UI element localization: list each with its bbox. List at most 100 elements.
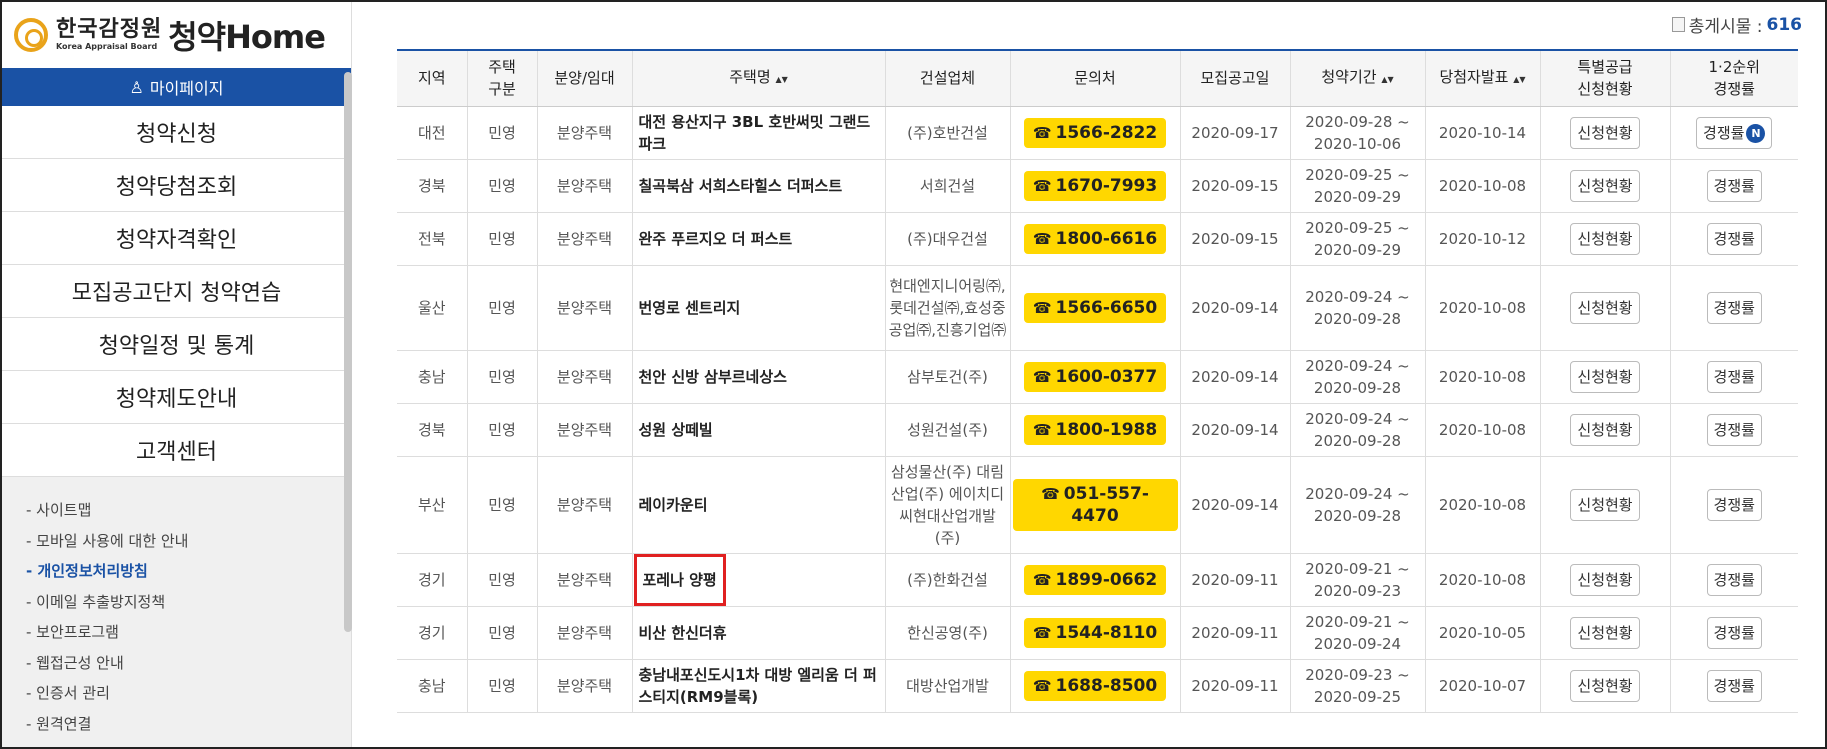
rate-button[interactable]: 경쟁률 [1706,669,1762,702]
phone-button[interactable]: ☎ 1566-2822 [1023,117,1167,148]
link-sitemap[interactable]: - 사이트맵 [26,495,327,526]
cell-contact: ☎ 051-557-4470 [1009,456,1180,554]
housing-name-link[interactable]: 번영로 센트리지 [639,299,741,317]
status-button[interactable]: 신청현황 [1570,291,1640,324]
rate-button[interactable]: 경쟁률 [1706,413,1762,446]
rate-button[interactable]: 경쟁률 [1706,169,1762,202]
link-email-policy[interactable]: - 이메일 추출방지정책 [26,587,327,618]
housing-name-link[interactable]: 천안 신방 삼부르네상스 [639,368,787,386]
phone-icon: ☎ [1032,367,1052,386]
cell-housing-name[interactable]: 충남내포신도시1차 대방 엘리움 더 퍼스티지(RM9블록) [631,659,885,713]
phone-button[interactable]: ☎ 1800-6616 [1023,223,1167,254]
housing-name-link[interactable]: 포레나 양평 [633,553,726,606]
table-row: 울산 민영 분양주택 번영로 센트리지 현대엔지니어링㈜,롯데건설㈜,효성중공업㈜,진흥… [397,265,1798,351]
phone-button[interactable]: ☎ 1566-6650 [1023,292,1167,323]
rate-button[interactable]: 경쟁률 N [1696,116,1773,149]
cell-notice-date: 2020-09-14 [1179,265,1290,351]
cell-housing-name[interactable]: 비산 한신더휴 [631,606,885,660]
cell-housing-name[interactable]: 번영로 센트리지 [631,265,885,351]
phone-button[interactable]: ☎ 1688-8500 [1023,670,1167,701]
phone-number: 1688-8500 [1055,675,1158,696]
link-accessibility[interactable]: - 웹접근성 안내 [26,648,327,679]
rate-label: 경쟁률 [1713,367,1755,386]
link-certificate[interactable]: - 인증서 관리 [26,678,327,709]
sort-icon[interactable]: ▲▼ [775,75,787,84]
cell-housing-name[interactable]: 완주 푸르지오 더 퍼스트 [631,212,885,266]
phone-button[interactable]: ☎ 1800-1988 [1023,414,1167,445]
cell-period: 2020-09-28 ~ 2020-10-06 [1289,106,1425,160]
link-privacy-policy[interactable]: - 개인정보처리방침 [26,556,327,587]
cell-housing-name[interactable]: 레이카운티 [631,456,885,554]
housing-name-link[interactable]: 성원 상떼빌 [639,421,713,439]
status-button[interactable]: 신청현황 [1570,360,1640,393]
sidebar-scrollbar[interactable] [344,72,352,632]
cell-housing-name[interactable]: 칠곡북삼 서희스타힐스 더퍼스트 [631,159,885,213]
rate-button[interactable]: 경쟁률 [1706,222,1762,255]
rate-button[interactable]: 경쟁률 [1706,563,1762,596]
cell-housing-name[interactable]: 포레나 양평 [631,553,885,607]
rate-button[interactable]: 경쟁률 [1706,360,1762,393]
status-button[interactable]: 신청현황 [1570,669,1640,702]
housing-name-link[interactable]: 레이카운티 [639,496,708,514]
period-to: 2020-09-25 [1313,687,1402,706]
link-security-program[interactable]: - 보안프로그램 [26,617,327,648]
sort-icon[interactable]: ▲▼ [1381,75,1393,84]
rate-button[interactable]: 경쟁률 [1706,616,1762,649]
document-icon [1671,17,1685,32]
cell-sale: 분양주택 [536,456,632,554]
header-winner-date[interactable]: 당첨자발표 ▲▼ [1424,49,1540,107]
menu-item[interactable]: 청약신청 [2,106,351,159]
cell-contact: ☎ 1566-6650 [1009,265,1180,351]
cell-notice-date: 2020-09-17 [1179,106,1290,160]
housing-name-link[interactable]: 비산 한신더휴 [639,624,727,642]
rate-label: 경쟁률 [1713,229,1755,248]
menu-item[interactable]: 청약일정 및 통계 [2,318,351,371]
header-period[interactable]: 청약기간 ▲▼ [1289,49,1425,107]
phone-button[interactable]: ☎ 1899-0662 [1023,564,1167,595]
period-from: 2020-09-21 ~ [1305,612,1410,631]
cell-housing-name[interactable]: 대전 용산지구 3BL 호반써밋 그랜드파크 [631,106,885,160]
phone-number: 1800-1988 [1055,419,1158,440]
rate-button[interactable]: 경쟁률 [1706,291,1762,324]
housing-name-link[interactable]: 충남내포신도시1차 대방 엘리움 더 퍼스티지(RM9블록) [639,666,877,706]
cell-housing-name[interactable]: 천안 신방 삼부르네상스 [631,350,885,404]
phone-button[interactable]: ☎ 1544-8110 [1023,617,1167,648]
sort-icon[interactable]: ▲▼ [1513,75,1525,84]
status-button[interactable]: 신청현황 [1570,488,1640,521]
menu-item[interactable]: 고객센터 [2,424,351,477]
menu-item[interactable]: 모집공고단지 청약연습 [2,265,351,318]
status-button[interactable]: 신청현황 [1570,413,1640,446]
status-button[interactable]: 신청현황 [1570,169,1640,202]
cell-contact: ☎ 1899-0662 [1009,553,1180,607]
menu-item[interactable]: 청약자격확인 [2,212,351,265]
site-logo[interactable]: 한국감정원 Korea Appraisal Board 청약Home [2,2,351,68]
link-mobile-guide[interactable]: - 모바일 사용에 대한 안내 [26,526,327,557]
cell-winner-date: 2020-10-08 [1424,553,1540,607]
cell-rank-rate: 경쟁률 [1669,265,1798,351]
cell-sale: 분양주택 [536,606,632,660]
status-button[interactable]: 신청현황 [1570,222,1640,255]
status-button[interactable]: 신청현황 [1570,116,1640,149]
rate-button[interactable]: 경쟁률 [1706,488,1762,521]
phone-button[interactable]: ☎ 051-557-4470 [1012,478,1178,531]
housing-name-link[interactable]: 완주 푸르지오 더 퍼스트 [639,230,793,248]
header-special-line1: 특별공급 [1577,58,1633,77]
cell-winner-date: 2020-10-07 [1424,659,1540,713]
link-remote[interactable]: - 원격연결 [26,709,327,740]
cell-type: 민영 [466,403,537,457]
phone-icon: ☎ [1041,484,1060,503]
housing-name-link[interactable]: 칠곡북삼 서희스타힐스 더퍼스트 [639,177,843,195]
status-button[interactable]: 신청현황 [1570,616,1640,649]
phone-button[interactable]: ☎ 1670-7993 [1023,170,1167,201]
menu-item[interactable]: 청약제도안내 [2,371,351,424]
header-housing-name[interactable]: 주택명 ▲▼ [631,49,885,107]
status-button[interactable]: 신청현황 [1570,563,1640,596]
cell-rank-rate: 경쟁률 [1669,403,1798,457]
cell-rank-rate: 경쟁률 [1669,553,1798,607]
housing-name-link[interactable]: 대전 용산지구 3BL 호반써밋 그랜드파크 [639,113,871,153]
cell-housing-name[interactable]: 성원 상떼빌 [631,403,885,457]
table-row: 부산 민영 분양주택 레이카운티 삼성물산(주) 대림산업(주) 에이치디씨현대산업개발… [397,456,1798,554]
mypage-button[interactable]: ♙ 마이페이지 [2,68,351,106]
phone-button[interactable]: ☎ 1600-0377 [1023,361,1167,392]
menu-item[interactable]: 청약당첨조회 [2,159,351,212]
